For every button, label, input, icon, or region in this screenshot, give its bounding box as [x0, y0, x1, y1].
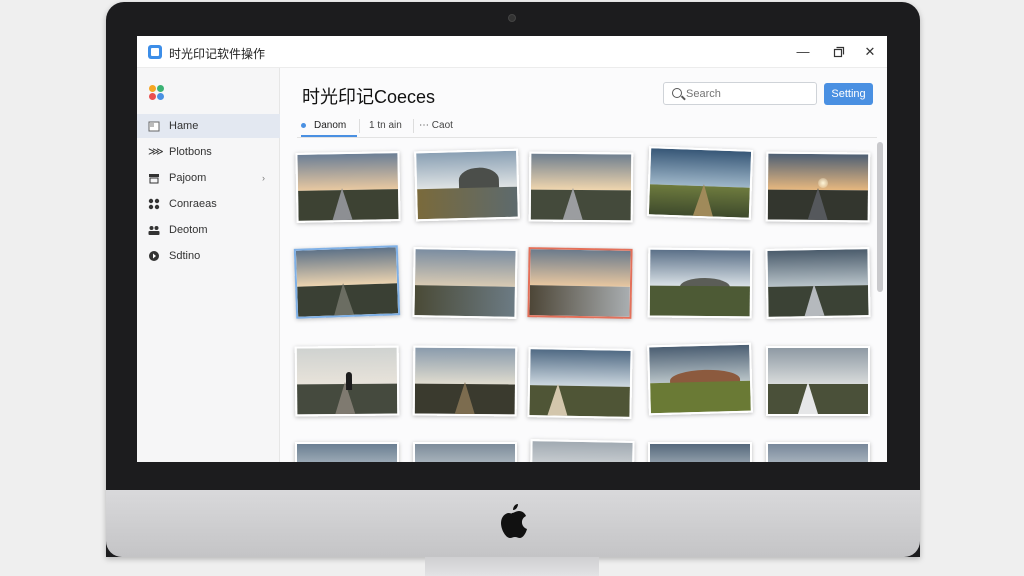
sidebar-item-label: Hame — [169, 120, 199, 132]
tab-1tnain[interactable]: 1 tn ain — [369, 116, 413, 137]
chevron-right-icon[interactable]: › — [262, 166, 265, 190]
grid-icon — [148, 198, 160, 210]
tab-danom[interactable]: Danom — [301, 116, 357, 137]
sidebar: Hame ⋙ Plotbons Pajoom › Conraeas Deotom — [137, 68, 280, 462]
people-icon — [148, 224, 160, 236]
minimize-icon[interactable]: — — [793, 42, 813, 62]
sidebar-item-label: Plotbons — [169, 146, 212, 158]
app-icon — [148, 45, 162, 59]
sidebar-item-label: Sdtino — [169, 250, 201, 262]
photo-thumbnail[interactable] — [528, 151, 634, 223]
tab-divider — [413, 119, 414, 133]
photo-thumbnail[interactable] — [647, 247, 753, 319]
search-input[interactable] — [686, 85, 812, 102]
photo-thumbnail[interactable] — [529, 439, 635, 462]
sidebar-item-label: Conraeas — [169, 198, 217, 210]
photo-thumbnail[interactable] — [765, 247, 871, 319]
setting-button[interactable]: Setting — [824, 83, 873, 105]
home-icon — [148, 120, 160, 132]
sidebar-item-label: Pajoom — [169, 172, 207, 184]
title-bar: 时光印记软件操作 — ✕ — [137, 36, 887, 68]
photo-thumbnail[interactable] — [295, 151, 401, 223]
scrollbar[interactable] — [877, 142, 883, 292]
photo-thumbnail[interactable] — [412, 247, 518, 319]
close-icon[interactable]: ✕ — [860, 42, 880, 62]
active-dot-icon — [301, 122, 306, 128]
photo-thumbnail[interactable] — [527, 347, 633, 419]
photos-icon: ⋙ — [148, 146, 164, 158]
sidebar-item-home[interactable]: Hame — [137, 114, 280, 138]
photo-thumbnail[interactable] — [414, 148, 520, 222]
album-icon — [148, 172, 160, 184]
tab-divider — [359, 119, 360, 133]
photo-thumbnail[interactable] — [766, 442, 870, 462]
page-title: 时光印记Coeces — [302, 87, 436, 107]
maximize-icon[interactable] — [829, 42, 849, 62]
photo-thumbnail[interactable] — [765, 151, 871, 223]
tab-caot[interactable]: ⋯ Caot — [419, 116, 469, 137]
settings-icon — [148, 250, 160, 262]
sidebar-item-collections[interactable]: Conraeas — [137, 192, 280, 216]
sidebar-item-label: Deotom — [169, 224, 208, 236]
photo-thumbnail[interactable] — [412, 345, 518, 417]
photo-grid — [280, 142, 876, 462]
apple-logo-icon — [501, 504, 527, 538]
photo-thumbnail[interactable] — [647, 342, 753, 416]
search-box[interactable] — [663, 82, 817, 105]
window-title: 时光印记软件操作 — [169, 47, 266, 61]
app-logo-icon — [149, 85, 165, 101]
photo-thumbnail[interactable] — [294, 345, 400, 417]
tab-bar: Danom 1 tn ain ⋯ Caot — [297, 116, 877, 138]
sidebar-item-photos[interactable]: ⋙ Plotbons — [137, 140, 280, 164]
sidebar-item-albums[interactable]: Pajoom › — [137, 166, 280, 190]
camera — [508, 14, 516, 22]
sidebar-item-people[interactable]: Deotom — [137, 218, 280, 242]
search-icon — [672, 88, 682, 98]
more-icon: ⋯ — [419, 120, 429, 131]
photo-thumbnail-selected[interactable] — [527, 247, 633, 319]
photo-thumbnail[interactable] — [648, 442, 752, 462]
tab-label: Caot — [431, 120, 453, 131]
tab-label: 1 tn ain — [369, 120, 402, 131]
sidebar-item-settings[interactable]: Sdtino — [137, 244, 280, 268]
photo-thumbnail[interactable] — [766, 346, 870, 416]
photo-thumbnail[interactable] — [413, 442, 517, 462]
app-window: 时光印记软件操作 — ✕ Hame ⋙ Plotbons Pajoom › Co… — [137, 36, 887, 462]
photo-thumbnail-selected[interactable] — [293, 245, 401, 319]
tab-label: Danom — [314, 120, 347, 131]
photo-thumbnail[interactable] — [646, 146, 754, 220]
monitor-stand — [425, 557, 599, 576]
photo-thumbnail[interactable] — [295, 442, 399, 462]
